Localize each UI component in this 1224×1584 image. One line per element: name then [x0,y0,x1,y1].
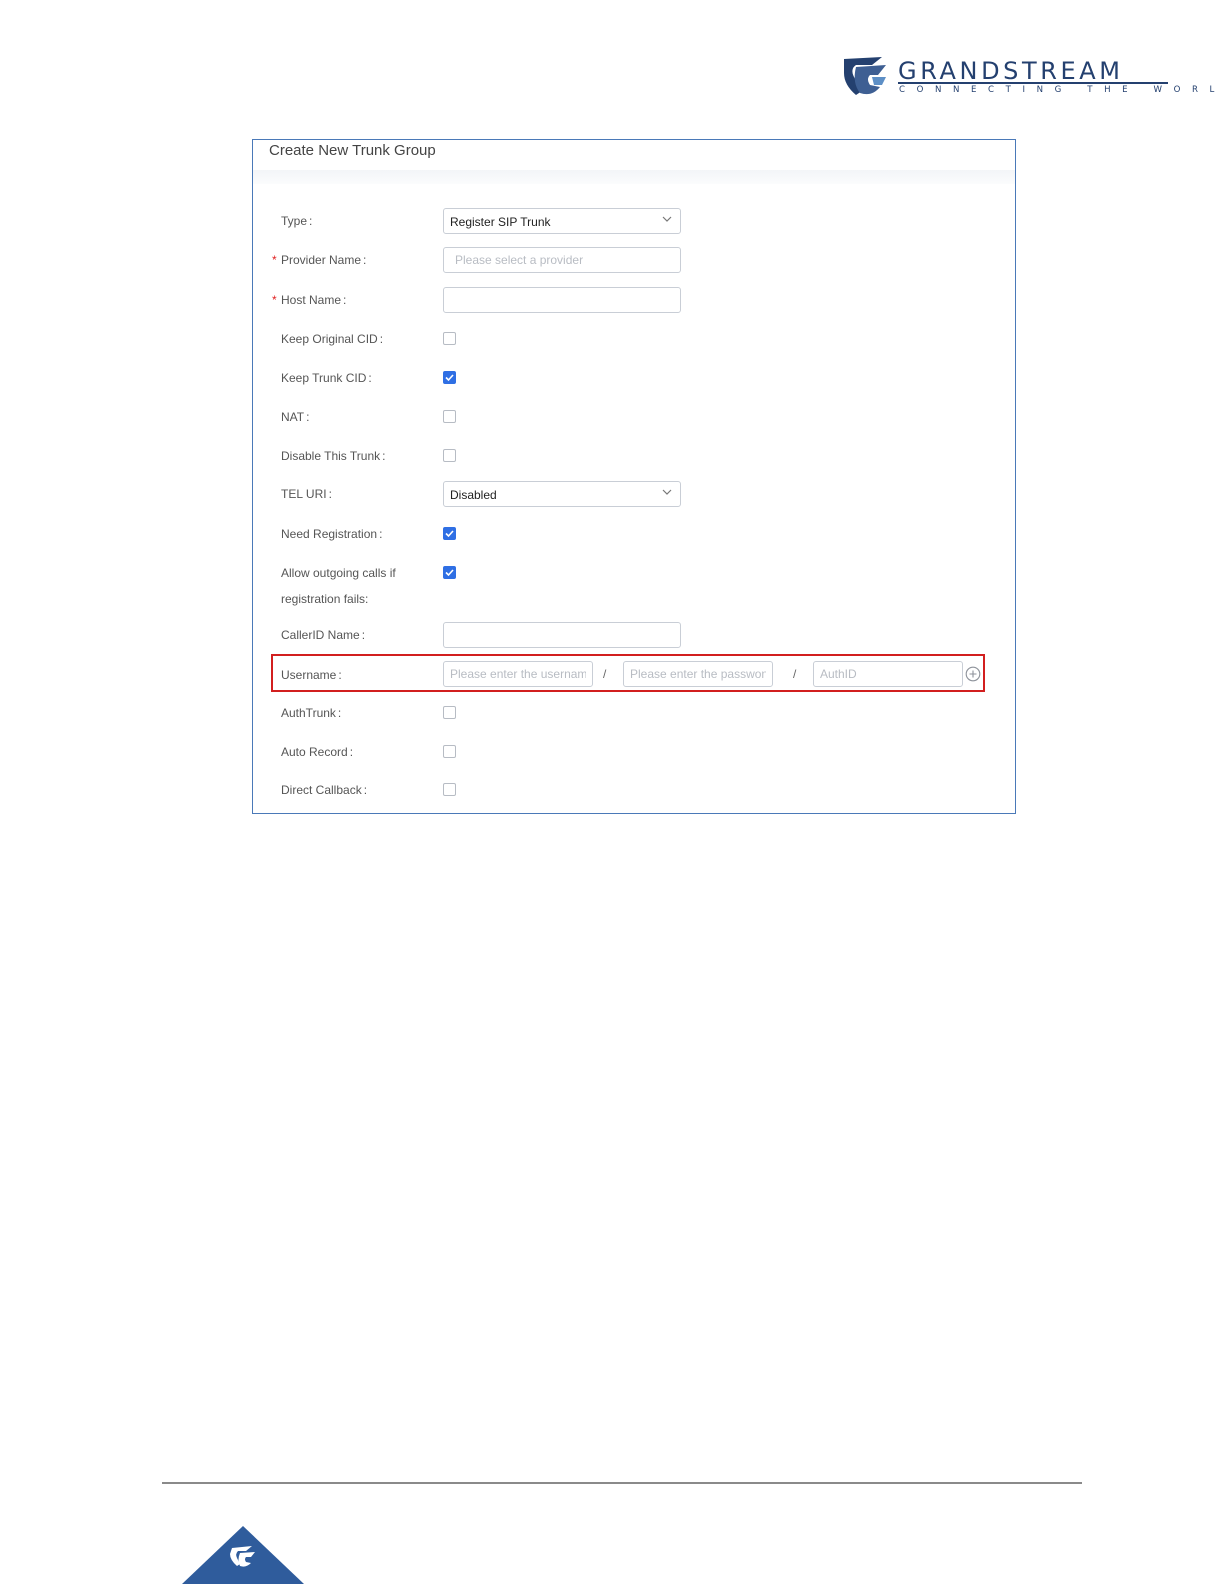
type-select[interactable]: Register SIP Trunk [443,208,681,234]
dialog-header-divider [253,170,1015,184]
keep-original-cid-checkbox[interactable] [443,332,456,345]
auto-record-row: Auto Record: [253,739,1015,767]
need-registration-row: Need Registration: [253,521,1015,549]
callerid-name-input[interactable] [444,623,680,647]
chevron-down-icon [662,489,672,495]
authid-input[interactable] [814,662,962,686]
callerid-name-row: CallerID Name: [253,622,1015,650]
host-name-label: Host Name: [281,293,347,307]
username-input[interactable] [444,662,592,686]
provider-name-input[interactable] [444,248,680,272]
tel-uri-select[interactable]: Disabled [443,481,681,507]
keep-trunk-cid-checkbox[interactable] [443,371,456,384]
password-field[interactable] [623,661,773,687]
allow-outgoing-label: Allow outgoing calls if [281,566,396,580]
nat-row: NAT: [253,404,1015,432]
brand-underline [898,82,1168,84]
need-registration-label: Need Registration: [281,527,383,541]
keep-trunk-cid-label: Keep Trunk CID: [281,371,372,385]
dialog-title: Create New Trunk Group [269,142,436,159]
disable-trunk-row: Disable This Trunk: [253,443,1015,471]
host-name-row: * Host Name: [253,287,1015,315]
create-trunk-dialog: Create New Trunk Group Type: Register SI… [252,139,1016,814]
required-marker: * [272,253,277,267]
auth-trunk-label: AuthTrunk: [281,706,342,720]
allow-outgoing-row: Allow outgoing calls if registration fai… [253,560,1015,606]
nat-checkbox[interactable] [443,410,456,423]
disable-trunk-checkbox[interactable] [443,449,456,462]
provider-name-field[interactable] [443,247,681,273]
keep-original-cid-row: Keep Original CID: [253,326,1015,354]
direct-callback-row: Direct Callback: [253,777,1015,805]
direct-callback-checkbox[interactable] [443,783,456,796]
type-row: Type: Register SIP Trunk [253,208,1015,236]
tel-uri-row: TEL URI: Disabled [253,481,1015,509]
grandstream-logo-icon [844,57,886,95]
type-select-value: Register SIP Trunk [450,215,551,229]
auth-trunk-row: AuthTrunk: [253,700,1015,728]
auto-record-checkbox[interactable] [443,745,456,758]
auth-trunk-checkbox[interactable] [443,706,456,719]
keep-original-cid-label: Keep Original CID: [281,332,384,346]
footer-divider [162,1482,1082,1484]
auto-record-label: Auto Record: [281,745,354,759]
chevron-down-icon [662,216,672,222]
tel-uri-select-value: Disabled [450,488,497,502]
need-registration-checkbox[interactable] [443,527,456,540]
checkmark-icon [445,569,454,577]
grandstream-logo: GRANDSTREAM CONNECTING THE WORLD [842,55,1224,99]
type-label: Type: [281,214,313,228]
host-name-field[interactable] [443,287,681,313]
credential-separator: / [603,667,607,681]
host-name-input[interactable] [444,288,680,312]
disable-trunk-label: Disable This Trunk: [281,449,386,463]
add-circle-icon[interactable] [965,666,981,682]
brand-tagline: CONNECTING THE WORLD [899,85,1224,95]
keep-trunk-cid-row: Keep Trunk CID: [253,365,1015,393]
required-marker: * [272,293,277,307]
nat-label: NAT: [281,410,310,424]
direct-callback-label: Direct Callback: [281,783,368,797]
password-input[interactable] [624,662,772,686]
allow-outgoing-checkbox[interactable] [443,566,456,579]
credential-separator: / [793,667,797,681]
callerid-name-label: CallerID Name: [281,628,366,642]
callerid-name-field[interactable] [443,622,681,648]
provider-name-label: Provider Name: [281,253,367,267]
username-field[interactable] [443,661,593,687]
grandstream-footer-logo-icon [182,1526,304,1584]
provider-name-row: * Provider Name: [253,247,1015,275]
brand-name: GRANDSTREAM [898,57,1124,85]
allow-outgoing-label-line2: registration fails: [281,592,369,606]
checkmark-icon [445,374,454,382]
tel-uri-label: TEL URI: [281,487,332,501]
username-label: Username: [281,668,342,682]
authid-field[interactable] [813,661,963,687]
checkmark-icon [445,530,454,538]
